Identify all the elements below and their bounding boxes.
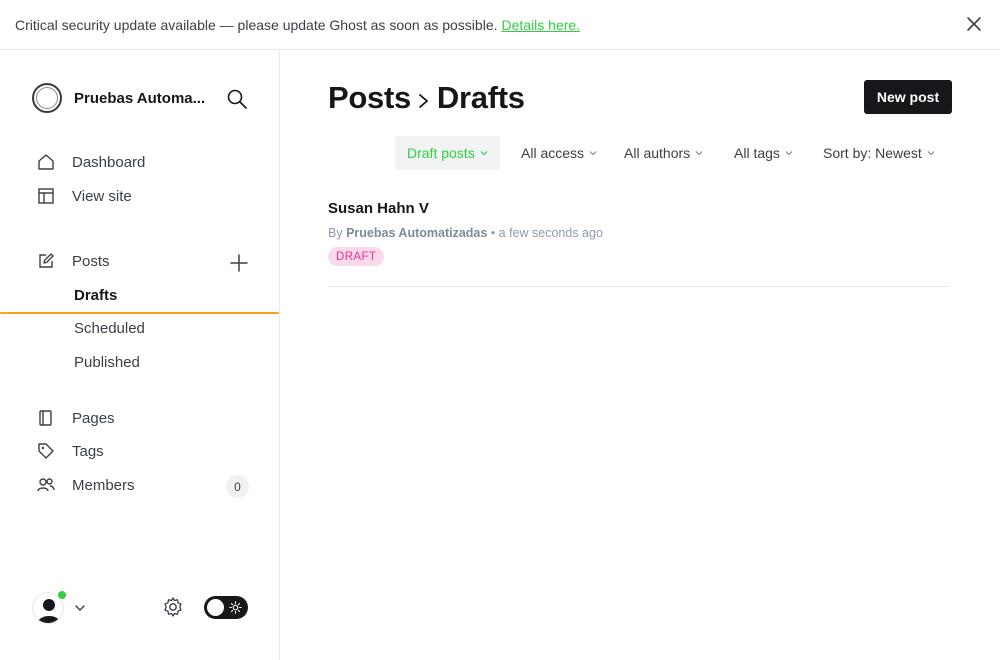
- chevron-down-icon: [695, 151, 703, 156]
- sidebar-item-view-site[interactable]: View site: [36, 186, 132, 206]
- members-icon: [36, 475, 56, 495]
- sidebar-item-label: Posts: [72, 252, 110, 270]
- sidebar-item-label: Dashboard: [72, 153, 146, 171]
- chevron-down-icon: [75, 605, 85, 611]
- post-by: By: [328, 226, 343, 240]
- list-item[interactable]: Susan Hahn V By Pruebas Automatizadas • …: [328, 200, 950, 287]
- filter-label: Sort by: Newest: [823, 145, 922, 161]
- post-time: • a few seconds ago: [490, 226, 603, 240]
- sidebar-item-pages[interactable]: Pages: [36, 408, 115, 428]
- authors-filter[interactable]: All authors: [612, 136, 715, 170]
- post-type-filter[interactable]: Draft posts: [395, 136, 500, 170]
- add-post-icon[interactable]: [228, 252, 250, 274]
- home-icon: [36, 152, 56, 172]
- sidebar-item-dashboard[interactable]: Dashboard: [36, 152, 145, 172]
- site-logo-icon: [32, 83, 62, 113]
- sidebar-item-label: View site: [72, 187, 132, 205]
- close-icon[interactable]: [965, 15, 983, 33]
- site-brand[interactable]: Pruebas Automa...: [32, 83, 214, 113]
- search-icon[interactable]: [226, 88, 248, 110]
- sidebar-item-members[interactable]: Members: [36, 475, 135, 495]
- sidebar-item-posts[interactable]: Posts: [36, 251, 110, 271]
- access-filter[interactable]: All access: [509, 136, 609, 170]
- sidebar-item-scheduled[interactable]: Scheduled: [74, 320, 145, 337]
- security-update-banner: Critical security update available — ple…: [0, 0, 1000, 50]
- sidebar-item-label: Members: [72, 476, 135, 494]
- main-content: Posts Drafts New post Draft posts All ac…: [280, 50, 1000, 660]
- chevron-right-icon: [419, 94, 429, 108]
- sidebar-item-label: Tags: [72, 442, 104, 460]
- filter-label: All authors: [624, 145, 691, 161]
- sidebar-item-tags[interactable]: Tags: [36, 441, 104, 461]
- sort-filter[interactable]: Sort by: Newest: [811, 136, 947, 170]
- chevron-down-icon: [589, 151, 597, 156]
- status-badge: DRAFT: [328, 247, 385, 266]
- sun-icon: [229, 601, 242, 614]
- filter-label: Draft posts: [407, 145, 475, 161]
- chevron-down-icon: [785, 151, 793, 156]
- post-meta: By Pruebas Automatizadas • a few seconds…: [328, 226, 603, 240]
- sidebar-item-published[interactable]: Published: [74, 354, 140, 371]
- filter-label: All tags: [734, 145, 780, 161]
- banner-details-link[interactable]: Details here.: [502, 17, 581, 33]
- sidebar-item-label: Pages: [72, 409, 115, 427]
- layout-icon: [36, 186, 56, 206]
- breadcrumb-drafts: Drafts: [436, 80, 525, 115]
- active-indicator: [0, 312, 279, 314]
- site-name: Pruebas Automa...: [74, 89, 206, 107]
- sidebar: Pruebas Automa... Dashboard View site Po…: [0, 50, 280, 660]
- theme-toggle[interactable]: [204, 596, 248, 619]
- tags-filter[interactable]: All tags: [722, 136, 805, 170]
- online-status-dot: [57, 590, 67, 600]
- chevron-down-icon: [480, 151, 488, 156]
- new-post-button[interactable]: New post: [864, 80, 952, 114]
- members-count-badge: 0: [226, 475, 249, 498]
- gear-icon[interactable]: [162, 596, 184, 618]
- filter-label: All access: [521, 145, 585, 161]
- page-title: Posts Drafts: [328, 80, 525, 116]
- toggle-knob: [207, 599, 224, 616]
- post-author: Pruebas Automatizadas: [346, 226, 488, 240]
- chevron-down-icon: [927, 151, 935, 156]
- page-icon: [36, 408, 56, 428]
- post-title: Susan Hahn V: [328, 200, 429, 217]
- breadcrumb-posts[interactable]: Posts: [328, 80, 411, 116]
- sidebar-item-drafts[interactable]: Drafts: [74, 287, 117, 304]
- tag-icon: [36, 441, 56, 461]
- edit-icon: [36, 251, 56, 271]
- user-menu[interactable]: [32, 590, 86, 624]
- banner-message: Critical security update available — ple…: [15, 16, 498, 33]
